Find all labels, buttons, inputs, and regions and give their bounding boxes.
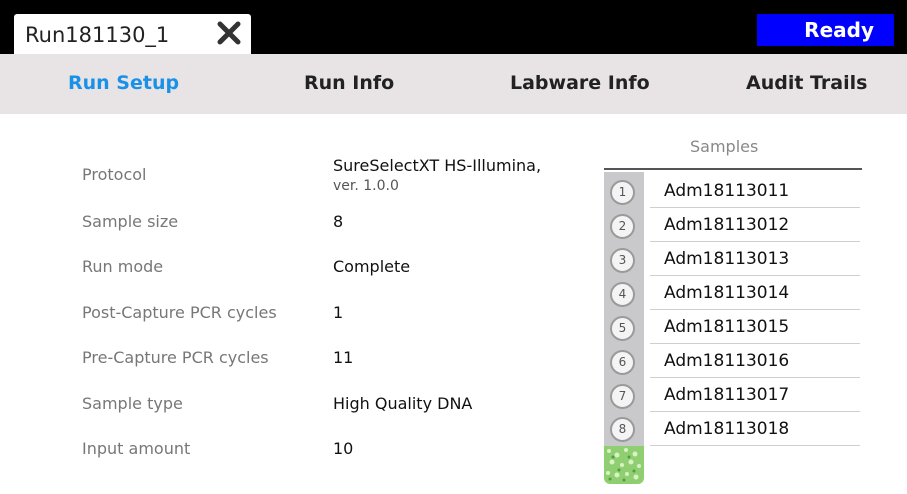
sample-name-5[interactable]: Adm18113015: [664, 317, 789, 337]
well-7: 7: [610, 384, 635, 409]
input-amount-label: Input amount: [82, 439, 191, 458]
post-capture-pcr-value: 1: [333, 303, 344, 322]
green-sample-tube-icon: [604, 446, 644, 484]
row-divider: [650, 207, 860, 208]
well-4: 4: [610, 282, 635, 307]
well-8: 8: [610, 417, 635, 442]
post-capture-pcr-label: Post-Capture PCR cycles: [82, 303, 277, 322]
sample-size-label: Sample size: [82, 212, 179, 231]
row-divider: [650, 377, 860, 378]
close-icon[interactable]: [214, 18, 244, 48]
row-divider: [650, 343, 860, 344]
pre-capture-pcr-label: Pre-Capture PCR cycles: [82, 348, 269, 367]
nav-tabs: Run Setup Run Info Labware Info Audit Tr…: [0, 54, 907, 114]
sample-name-2[interactable]: Adm18113012: [664, 215, 789, 235]
well-6: 6: [610, 350, 635, 375]
tab-run-info[interactable]: Run Info: [304, 72, 394, 94]
well-2: 2: [610, 214, 635, 239]
run-tab-label: Run181130_1: [25, 23, 170, 47]
tab-run-setup[interactable]: Run Setup: [68, 72, 179, 94]
well-5: 5: [610, 316, 635, 341]
sample-name-7[interactable]: Adm18113017: [664, 385, 789, 405]
sample-name-4[interactable]: Adm18113014: [664, 283, 789, 303]
row-divider: [650, 309, 860, 310]
run-mode-label: Run mode: [82, 257, 164, 276]
run-tab[interactable]: Run181130_1: [14, 14, 251, 54]
status-badge: Ready: [757, 14, 894, 46]
well-3: 3: [610, 248, 635, 273]
protocol-label: Protocol: [82, 165, 147, 184]
sample-name-6[interactable]: Adm18113016: [664, 351, 789, 371]
protocol-value: SureSelectXT HS-Illumina,: [333, 156, 542, 175]
sample-name-1[interactable]: Adm18113011: [664, 181, 789, 201]
pre-capture-pcr-value: 11: [333, 348, 354, 367]
sample-name-8[interactable]: Adm18113018: [664, 419, 789, 439]
row-divider: [650, 445, 860, 446]
samples-title: Samples: [690, 137, 759, 156]
row-divider: [650, 275, 860, 276]
title-bar: Run181130_1 Ready: [0, 0, 907, 54]
run-mode-value: Complete: [333, 257, 411, 276]
tab-labware-info[interactable]: Labware Info: [510, 72, 650, 94]
row-divider: [650, 411, 860, 412]
well-1: 1: [610, 180, 635, 205]
sample-type-value: High Quality DNA: [333, 394, 473, 413]
sample-type-label: Sample type: [82, 394, 183, 413]
protocol-version: ver. 1.0.0: [333, 178, 399, 194]
tab-audit-trails[interactable]: Audit Trails: [746, 72, 867, 94]
input-amount-value: 10: [333, 439, 354, 458]
sample-size-value: 8: [333, 212, 344, 231]
sample-name-3[interactable]: Adm18113013: [664, 249, 789, 269]
samples-divider: [604, 168, 862, 170]
row-divider: [650, 241, 860, 242]
